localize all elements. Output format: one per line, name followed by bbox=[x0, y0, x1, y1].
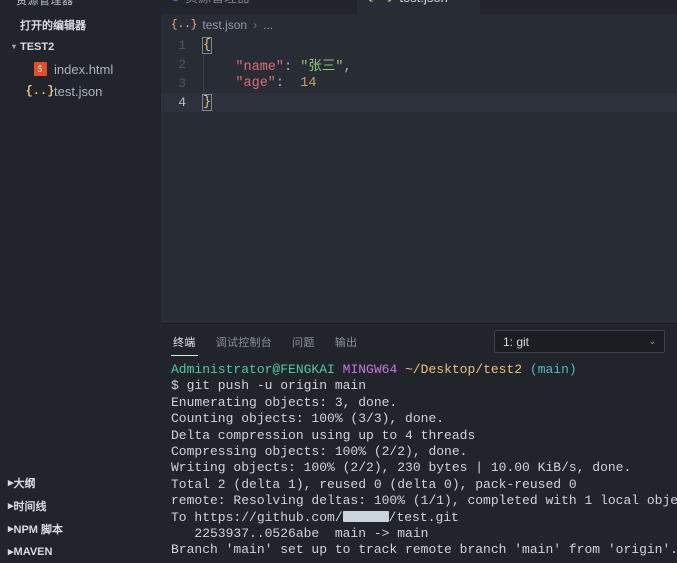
terminal-line: Total 2 (delta 1), reused 0 (delta 0), p… bbox=[171, 476, 577, 492]
breadcrumb: {..} test.json › ... bbox=[161, 14, 677, 36]
tab-label: test.json bbox=[399, 0, 447, 5]
token-value-age: 14 bbox=[300, 76, 317, 91]
terminal-host: MINGW64 bbox=[342, 362, 398, 377]
file-label: index.html bbox=[54, 61, 114, 77]
tab-label: 输出 bbox=[334, 337, 358, 349]
token-key-age: "age" bbox=[235, 76, 276, 91]
terminal-line: Compressing objects: 100% (2/2), done. bbox=[171, 444, 468, 460]
chevron-down-icon: ⌄ bbox=[648, 336, 656, 346]
section-project-test2[interactable]: ▾ TEST2 bbox=[0, 36, 161, 58]
terminal-prompt-line: Administrator@FENGKAI MINGW64 ~/Desktop/… bbox=[171, 362, 677, 378]
terminal-user: Administrator@FENGKAI bbox=[171, 362, 335, 377]
open-editors-label: 打开的编辑器 bbox=[20, 20, 86, 32]
terminal-line: Delta compression using up to 4 threads bbox=[171, 427, 476, 443]
tab-debug-console[interactable]: 调试控制台 bbox=[214, 325, 275, 358]
tab-output[interactable]: 输出 bbox=[333, 325, 360, 358]
sidebar-item-timeline[interactable]: ▸ 时间线 bbox=[0, 494, 161, 517]
terminal-line: 2253937..0526abe main -> main bbox=[171, 526, 429, 542]
json-icon: {..} bbox=[25, 84, 55, 98]
sidebar-item-label: 大纲 bbox=[13, 477, 36, 490]
code-text: } bbox=[201, 94, 213, 111]
code-line: 2 "name": "张三", bbox=[161, 54, 677, 75]
token-key-name: "name" bbox=[235, 60, 285, 75]
file-item-index-html[interactable]: 5 index.html bbox=[0, 58, 161, 80]
breadcrumb-rest[interactable]: ... bbox=[263, 18, 273, 32]
explorer-sidebar: 资源管理器 打开的编辑器 ▾ TEST2 5 index.html {..} t… bbox=[0, 0, 161, 563]
chevron-down-icon: ▾ bbox=[11, 42, 16, 51]
tab-test-json[interactable]: {..} test.json ✕ bbox=[357, 0, 480, 14]
tab-label: 调试控制台 bbox=[215, 337, 273, 349]
token-colon: : bbox=[284, 60, 293, 75]
tab-terminal[interactable]: 终端 bbox=[171, 325, 198, 358]
sidebar-item-maven[interactable]: ▸ MAVEN bbox=[0, 540, 161, 563]
panel-tab-bar: 终端 调试控制台 问题 输出 1: git ⌄ bbox=[161, 324, 677, 359]
sidebar-item-label: NPM 脚本 bbox=[13, 523, 64, 536]
code-text: { bbox=[201, 37, 213, 54]
terminal-output[interactable]: Administrator@FENGKAI MINGW64 ~/Desktop/… bbox=[161, 359, 677, 563]
sidebar-item-label: MAVEN bbox=[13, 545, 53, 558]
terminal-command: $ git push -u origin main bbox=[171, 378, 367, 394]
terminal-line: Writing objects: 100% (2/2), 230 bytes |… bbox=[171, 460, 632, 476]
vscode-window: 资源管理器 打开的编辑器 ▾ TEST2 5 index.html {..} t… bbox=[0, 0, 677, 563]
editor-tab-bar: 资源管理器 {..} test.json ✕ bbox=[161, 0, 677, 14]
tab-explorer[interactable]: 资源管理器 bbox=[161, 0, 261, 14]
sidebar-empty-area bbox=[0, 102, 161, 471]
terminal-path: ~/Desktop/test2 bbox=[405, 362, 523, 377]
json-icon: {..} bbox=[367, 0, 393, 3]
token-value-name: "张三" bbox=[300, 60, 344, 75]
tab-label: 问题 bbox=[292, 337, 315, 349]
token-colon: : bbox=[275, 76, 285, 91]
line-number: 1 bbox=[178, 38, 186, 53]
chevron-right-icon: › bbox=[253, 18, 258, 32]
file-label: test.json bbox=[54, 83, 103, 99]
code-line-active: 4 } bbox=[161, 93, 677, 112]
token-open-brace: { bbox=[201, 37, 213, 54]
sidebar-title-bar: 资源管理器 bbox=[0, 0, 161, 14]
bottom-panel: 终端 调试控制台 问题 输出 1: git ⌄ Administrator@FE… bbox=[161, 323, 677, 563]
redacted-username bbox=[342, 510, 389, 522]
tab-label: 终端 bbox=[173, 337, 196, 349]
sidebar-item-outline[interactable]: ▸ 大纲 bbox=[0, 471, 161, 494]
project-label: TEST2 bbox=[20, 41, 55, 53]
sidebar-item-label: 时间线 bbox=[13, 500, 47, 513]
sidebar-item-npm-scripts[interactable]: ▸ NPM 脚本 bbox=[0, 517, 161, 540]
html5-icon: 5 bbox=[32, 61, 48, 77]
line-number: 2 bbox=[178, 57, 186, 72]
terminal-url-line: To https://github.com/ /test.git bbox=[171, 510, 677, 526]
code-editor[interactable]: 1 { 2 "name": "张三", 3 "age": 14 4 } bbox=[161, 36, 677, 323]
code-line: 3 "age": 14 bbox=[161, 74, 677, 93]
line-number: 3 bbox=[178, 76, 186, 91]
terminal-selector-dropdown[interactable]: 1: git ⌄ bbox=[494, 330, 665, 353]
tab-problems[interactable]: 问题 bbox=[290, 325, 317, 358]
token-comma: , bbox=[343, 60, 352, 75]
terminal-line: Counting objects: 100% (3/3), done. bbox=[171, 411, 445, 427]
editor-area: 资源管理器 {..} test.json ✕ {..} test.json › … bbox=[161, 0, 677, 563]
terminal-line: Branch 'main' set up to track remote bra… bbox=[171, 542, 677, 558]
line-number: 4 bbox=[178, 95, 186, 110]
terminal-line: Enumerating objects: 3, done. bbox=[171, 394, 398, 410]
breadcrumb-file[interactable]: test.json bbox=[202, 18, 247, 32]
sidebar-title: 资源管理器 bbox=[16, 0, 74, 7]
json-icon: {..} bbox=[171, 19, 198, 31]
terminal-url-prefix: To https://github.com/ bbox=[171, 509, 343, 525]
code-text: "age": 14 bbox=[203, 76, 316, 91]
file-item-test-json[interactable]: {..} test.json bbox=[0, 80, 161, 102]
code-line: 1 { bbox=[161, 36, 677, 55]
blue-dot-icon bbox=[171, 0, 180, 1]
terminal-selector-value: 1: git bbox=[503, 334, 530, 349]
close-icon[interactable]: ✕ bbox=[460, 0, 470, 4]
terminal-url-suffix: /test.git bbox=[388, 509, 459, 525]
code-text: "name": "张三", bbox=[203, 54, 352, 75]
terminal-branch: (main) bbox=[529, 362, 577, 377]
terminal-line: remote: Resolving deltas: 100% (1/1), co… bbox=[171, 493, 677, 509]
token-close-brace: } bbox=[201, 94, 213, 111]
tab-label: 资源管理器 bbox=[185, 0, 250, 6]
section-open-editors[interactable]: 打开的编辑器 bbox=[0, 14, 161, 36]
